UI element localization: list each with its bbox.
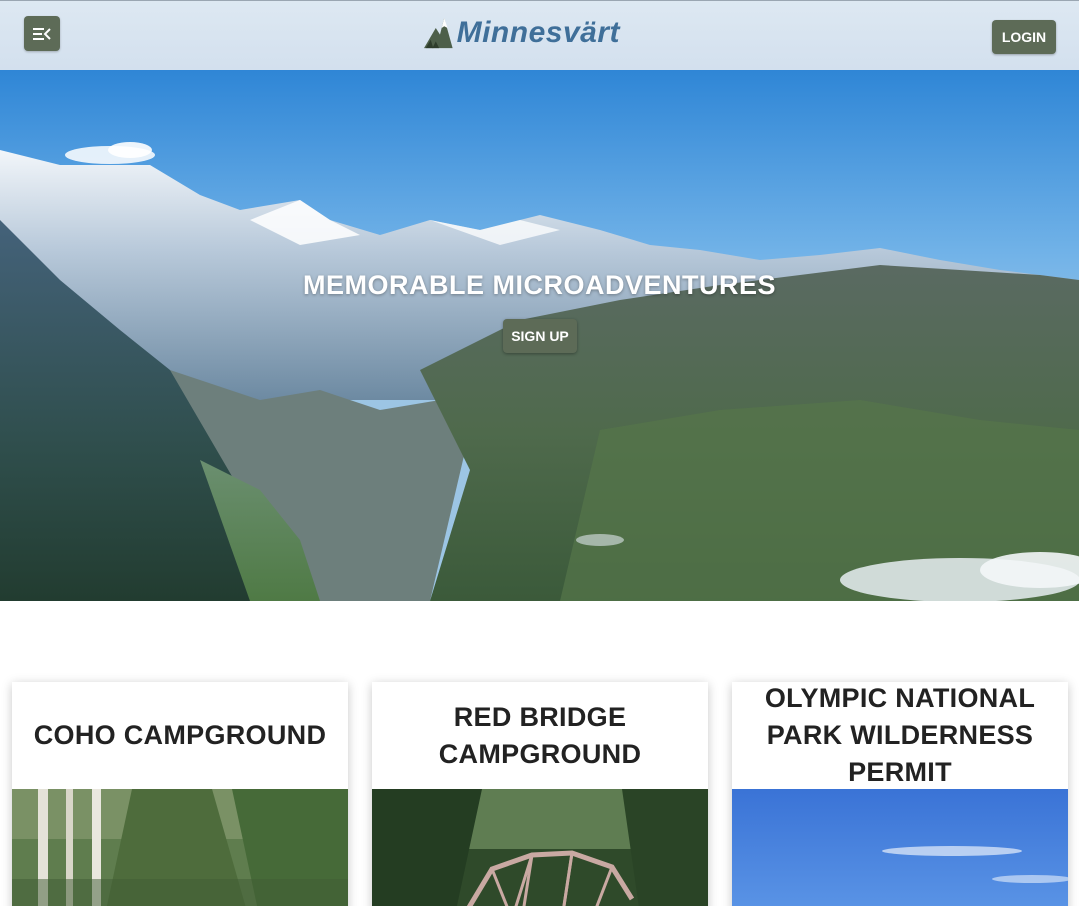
sidebar-toggle-button[interactable] [24,16,60,51]
blue-sky-photo[interactable] [732,789,1068,906]
red-bridge-photo[interactable] [372,789,708,906]
card-title: COHO CAMPGROUND [33,720,327,750]
permit-card[interactable]: OLYMPIC NATIONAL PARK WILDERNESS PERMIT [732,682,1068,906]
hero-banner: MEMORABLE MICROADVENTURES SIGN UP [0,70,1079,601]
site-logo[interactable]: Minnesvärt [424,11,620,55]
login-button[interactable]: LOGIN [992,20,1056,54]
page: Minnesvärt LOGIN MEMORABLE MICROADVENTUR… [0,0,1079,906]
card-header: COHO CAMPGROUND [12,682,348,789]
signup-button[interactable]: SIGN UP [503,319,577,353]
card-header: OLYMPIC NATIONAL PARK WILDERNESS PERMIT [732,682,1068,789]
forest-photo[interactable] [12,789,348,906]
campground-card[interactable]: RED BRIDGE CAMPGROUND [372,682,708,906]
card-header: RED BRIDGE CAMPGROUND [372,682,708,789]
card-title: RED BRIDGE CAMPGROUND [438,701,642,769]
hero-title: MEMORABLE MICROADVENTURES [302,270,776,300]
logo-text: Minnesvärt [456,16,620,49]
mountain-logo-icon [424,17,453,49]
top-navbar: Minnesvärt LOGIN [0,0,1079,70]
campground-card[interactable]: COHO CAMPGROUND [12,682,348,906]
menu-collapse-icon [33,27,51,40]
card-title: OLYMPIC NATIONAL PARK WILDERNESS PERMIT [764,683,1036,787]
